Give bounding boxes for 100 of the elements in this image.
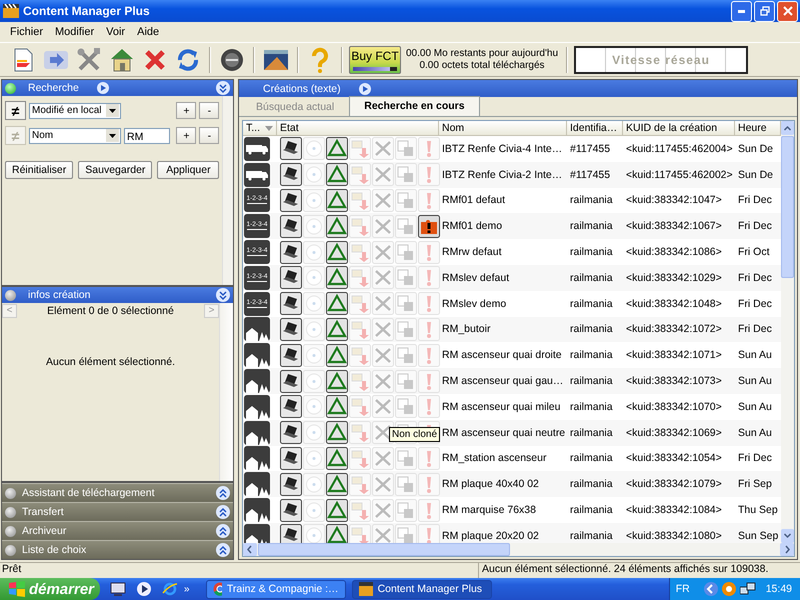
network-icon[interactable]: [740, 582, 756, 596]
panel-title: Liste de choix: [22, 544, 86, 556]
minimize-icon: [738, 10, 746, 12]
table-cell-text: Fri Dec: [737, 452, 773, 464]
remove-button[interactable]: -: [199, 127, 220, 144]
add-button[interactable]: +: [176, 102, 196, 119]
panel-header[interactable]: Assistant de téléchargement: [2, 483, 233, 502]
laptop-icon: [280, 498, 302, 522]
panel-header[interactable]: Transfert: [2, 502, 233, 521]
scroll-thumb[interactable]: [781, 136, 794, 278]
panel-header[interactable]: Archiveur: [2, 521, 233, 540]
column-header[interactable]: Etat: [277, 121, 439, 135]
action-button[interactable]: Réinitialiser: [5, 161, 74, 179]
minimize-button[interactable]: [731, 0, 752, 22]
media-icon[interactable]: [136, 581, 152, 597]
panel-header[interactable]: Recherche: [2, 80, 233, 96]
taskbar-button[interactable]: Trainz & Compagnie :…: [206, 580, 346, 598]
laptop-icon: [280, 137, 302, 160]
window-title: Content Manager Plus: [23, 4, 150, 18]
chevron-icon[interactable]: [216, 524, 230, 538]
windows-flag-icon: [8, 581, 25, 597]
table-cell-text: Sun Au: [737, 349, 773, 362]
status-text: Prêt: [1, 563, 22, 577]
table-cell-text: RM ascenseur quai neutre: [441, 426, 566, 439]
action-button[interactable]: Appliquer: [157, 161, 220, 179]
chevron-icon[interactable]: [216, 543, 230, 557]
shield-icon[interactable]: [722, 582, 736, 596]
sort-icon: [265, 126, 273, 131]
menu-item[interactable]: Aide: [131, 24, 166, 40]
menu-item[interactable]: Fichier: [4, 24, 50, 40]
scrollbar[interactable]: [781, 121, 794, 543]
chevron-icon[interactable]: [704, 582, 718, 596]
table-cell-text: <kuid:383342:1084>: [625, 504, 723, 516]
column-header[interactable]: Identifia…: [567, 121, 623, 135]
desktop-icon[interactable]: [110, 581, 126, 597]
table-cell-text: <kuid:383342:1067>: [625, 220, 723, 232]
table-cell-text: Fri Dec: [737, 220, 773, 232]
laptop-icon: [280, 163, 302, 186]
restore-icon: [760, 6, 770, 16]
table-cell-text: <kuid:383342:1086>: [625, 246, 723, 258]
scroll-right-icon[interactable]: [780, 543, 794, 556]
table-cell-text: railmania: [569, 504, 614, 516]
panel-header[interactable]: Liste de choix: [2, 540, 233, 559]
column-header[interactable]: KUID de la création: [623, 121, 735, 135]
taskbar-button[interactable]: Content Manager Plus: [352, 580, 492, 598]
table-cell-text: Fri Oct: [737, 246, 770, 258]
scroll-thumb[interactable]: [258, 543, 510, 556]
table-cell-text: <kuid:383342:1072>: [625, 323, 723, 336]
panel-title: Créations (texte): [263, 82, 341, 94]
clapperboard-icon: [3, 4, 19, 18]
download-info: 00.00 Mo restants pour aujourd'hu: [406, 48, 558, 60]
scrollbar[interactable]: [222, 96, 233, 285]
scrollbar[interactable]: [243, 543, 794, 556]
column-header[interactable]: Nom: [439, 121, 567, 135]
laptop-icon: [280, 188, 302, 212]
scroll-left-icon[interactable]: [243, 543, 257, 556]
table-cell-text: railmania: [569, 375, 614, 388]
table-cell-text: RM_station ascenseur: [441, 452, 548, 464]
browser-icon[interactable]: [162, 581, 178, 597]
table-cell-text: IBTZ Renfe Civia-4 Inte…: [441, 142, 564, 155]
chevron-icon[interactable]: [216, 288, 230, 302]
remove-button[interactable]: -: [199, 102, 220, 119]
close-button[interactable]: [777, 0, 798, 22]
table-cell-text: <kuid:383342:1079>: [625, 478, 723, 490]
table-cell-text: railmania: [569, 298, 614, 310]
table-cell-text: railmania: [569, 478, 614, 490]
table-cell-text: RM ascenseur quai gau…: [441, 375, 564, 388]
scrollbar[interactable]: [219, 303, 233, 481]
panel-title: Archiveur: [22, 525, 66, 537]
action-button[interactable]: Sauvegarder: [78, 161, 152, 179]
menu-item[interactable]: Voir: [100, 24, 132, 40]
scroll-up-icon[interactable]: [781, 121, 794, 135]
table-cell-text: RMrw defaut: [441, 246, 503, 258]
buy-fct-button[interactable]: Buy FCT: [349, 46, 401, 74]
table-cell-text: IBTZ Renfe Civia-2 Inte…: [441, 168, 564, 181]
field-dropdown[interactable]: Nom: [29, 128, 121, 144]
chevron-icon[interactable]: [216, 486, 230, 500]
table-cell-text: Sun Sep: [737, 530, 780, 542]
table-cell-text: <kuid:383342:1048>: [625, 298, 723, 310]
table-cell-text: RM plaque 20x20 02: [441, 530, 540, 542]
table-cell-text: RM ascenseur quai mileu: [441, 400, 562, 413]
tab[interactable]: Recherche en cours: [349, 96, 480, 116]
value-input[interactable]: RM: [124, 128, 170, 144]
add-button[interactable]: +: [176, 127, 196, 144]
restore-button[interactable]: [754, 0, 775, 22]
clapperboard-icon: [358, 582, 373, 596]
panel-title: infos création: [28, 289, 90, 301]
field-dropdown[interactable]: Modifié en local: [29, 102, 121, 118]
scroll-down-icon[interactable]: [781, 529, 794, 543]
chevron-icon[interactable]: [216, 505, 230, 519]
table-cell-text: <kuid:383342:1073>: [625, 375, 723, 388]
play-icon[interactable]: [96, 82, 109, 94]
more-button[interactable]: »: [184, 584, 190, 594]
chevron-icon[interactable]: [216, 81, 230, 95]
table-cell-text: RM marquise 76x38: [441, 504, 537, 516]
play-icon[interactable]: [358, 82, 371, 94]
panel-header[interactable]: infos création: [2, 287, 233, 303]
table-cell-text: <kuid:383342:1080>: [625, 530, 723, 542]
menu-item[interactable]: Modifier: [49, 24, 100, 40]
negate-button[interactable]: ≠: [5, 101, 26, 120]
